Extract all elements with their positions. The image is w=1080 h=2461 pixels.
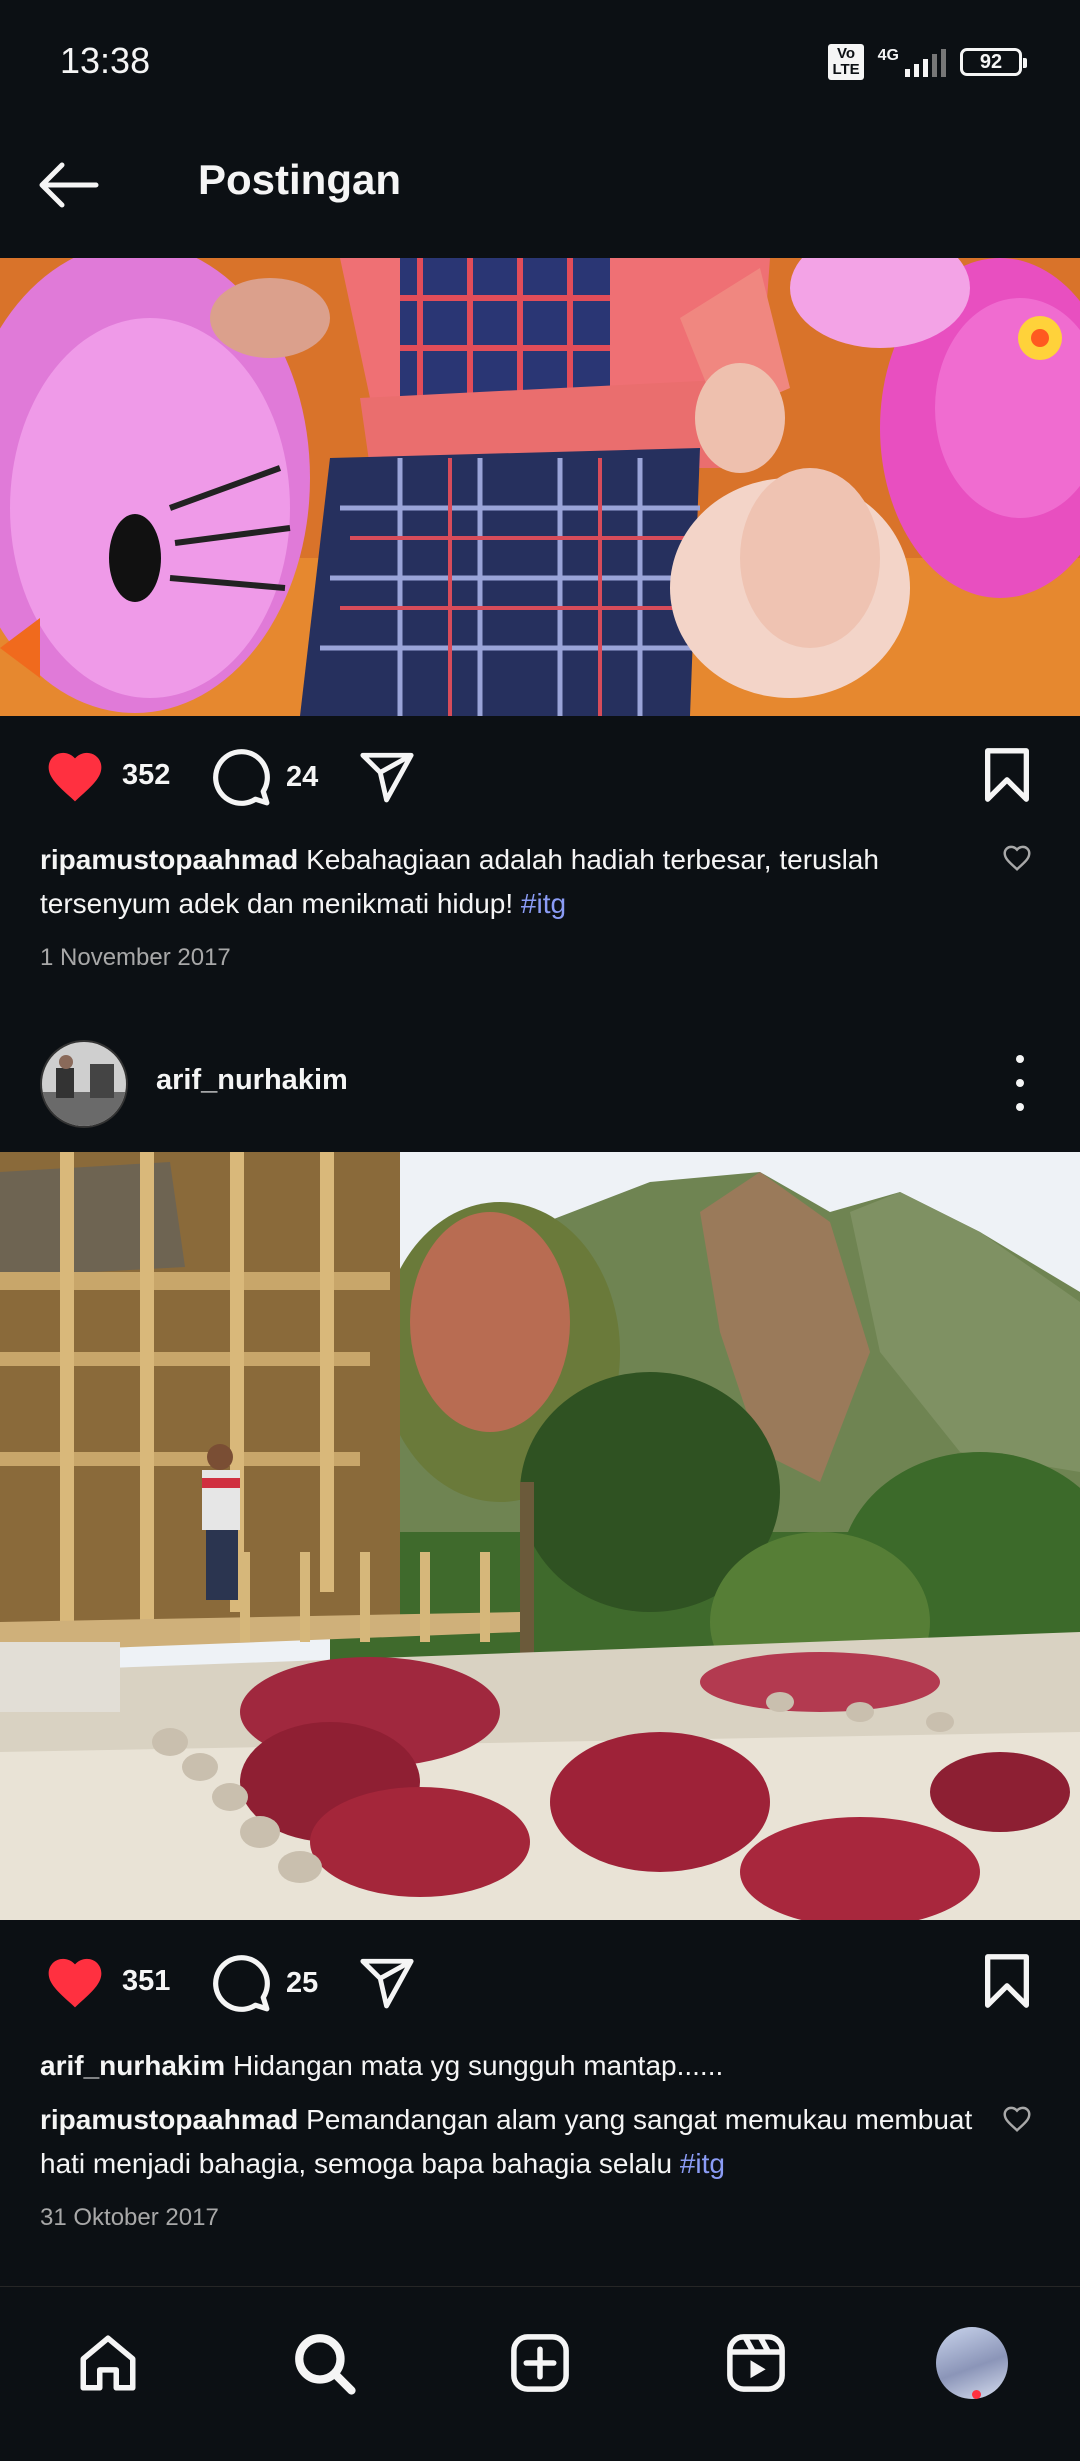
nav-search[interactable] [284, 2323, 364, 2403]
comment-button[interactable]: 25 [210, 1952, 318, 2014]
signal-icon: 4G [878, 47, 946, 77]
send-icon [360, 1958, 414, 2009]
comment-icon [213, 1955, 270, 2012]
status-time: 13:38 [60, 40, 151, 81]
share-button[interactable] [356, 1954, 418, 2012]
more-dot-icon [1016, 1079, 1024, 1087]
profile-avatar [936, 2327, 1008, 2399]
post-image-baby[interactable] [0, 258, 1080, 716]
avatar[interactable] [40, 1040, 128, 1128]
comment-like-button[interactable] [1000, 2103, 1034, 2138]
network-type: 4G [877, 47, 899, 64]
back-button[interactable] [36, 150, 116, 220]
reels-icon [727, 2334, 785, 2392]
battery-level: 92 [979, 50, 1003, 73]
caption-username[interactable]: arif_nurhakim [40, 2050, 225, 2081]
status-icons: Vo LTE 4G 92 [828, 44, 1027, 80]
comment-icon [213, 749, 270, 806]
post-1-actions: 352 24 [0, 738, 1080, 818]
home-icon [80, 2335, 136, 2391]
share-button[interactable] [356, 748, 418, 806]
bookmark-icon [985, 1954, 1029, 2008]
heart-filled-icon [48, 752, 102, 802]
heart-filled-icon [48, 1958, 102, 2008]
caption-username[interactable]: ripamustopaahmad [40, 844, 298, 875]
post-2-date: 31 Oktober 2017 [40, 2204, 219, 2231]
post-1-date: 1 November 2017 [40, 944, 231, 971]
arrow-left-icon [39, 162, 99, 208]
create-icon [511, 2334, 569, 2392]
post-2-comment: ripamustopaahmad Pemandangan alam yang s… [40, 2098, 980, 2186]
post-image-landscape[interactable] [0, 1152, 1080, 1920]
more-dot-icon [1016, 1103, 1024, 1111]
volte-icon: Vo LTE [828, 44, 864, 80]
like-button[interactable]: 352 [42, 746, 170, 804]
bottom-nav [0, 2286, 1080, 2461]
comment-button[interactable]: 24 [210, 746, 318, 808]
like-count: 352 [122, 758, 171, 791]
caption-text: Hidangan mata yg sungguh mantap...... [232, 2050, 724, 2081]
bookmark-icon [985, 748, 1029, 802]
nav-reels[interactable] [716, 2323, 796, 2403]
post-username[interactable]: arif_nurhakim [156, 1064, 348, 1097]
comment-hashtag[interactable]: #itg [680, 2148, 725, 2179]
comment-count: 25 [286, 1966, 319, 1999]
post-2-actions: 351 25 [0, 1944, 1080, 2024]
page-title: Postingan [198, 156, 402, 203]
like-count: 351 [122, 1964, 171, 1997]
notification-dot [972, 2390, 981, 2399]
post-1-caption: ripamustopaahmad Kebahagiaan adalah hadi… [40, 838, 980, 926]
caption-like-button[interactable] [1000, 842, 1034, 877]
like-button[interactable]: 351 [42, 1952, 170, 2010]
post-2-caption: arif_nurhakim Hidangan mata yg sungguh m… [40, 2044, 980, 2088]
more-options-button[interactable] [1000, 1055, 1040, 1111]
nav-create[interactable] [500, 2323, 580, 2403]
save-button[interactable] [980, 746, 1034, 804]
avatar-image [42, 1042, 126, 1126]
send-icon [360, 752, 414, 803]
save-button[interactable] [980, 1952, 1034, 2010]
post-photo [0, 258, 1080, 716]
post-photo [0, 1152, 1080, 1920]
search-icon [295, 2334, 356, 2395]
comment-username[interactable]: ripamustopaahmad [40, 2104, 298, 2135]
nav-home[interactable] [68, 2323, 148, 2403]
caption-hashtag[interactable]: #itg [521, 888, 566, 919]
battery-icon: 92 [960, 48, 1027, 76]
comment-count: 24 [286, 760, 319, 793]
heart-outline-icon [1003, 845, 1031, 871]
more-dot-icon [1016, 1055, 1024, 1063]
heart-outline-icon [1003, 2106, 1031, 2132]
